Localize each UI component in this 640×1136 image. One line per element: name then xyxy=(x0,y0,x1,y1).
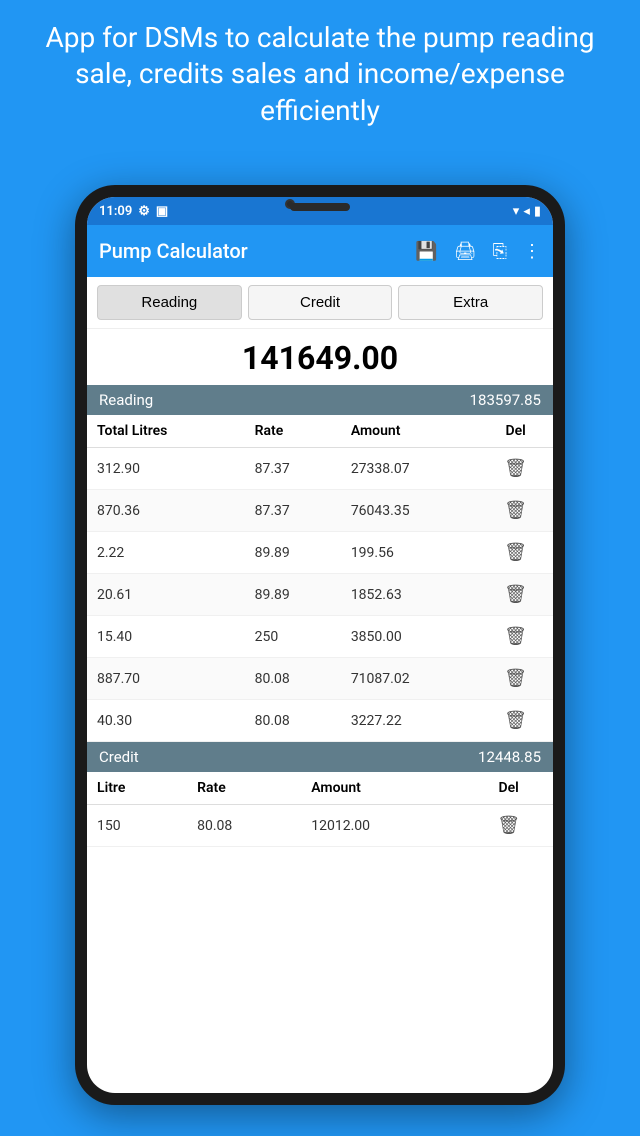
cell-amount: 76043.35 xyxy=(341,490,478,532)
reading-table-row: 20.61 89.89 1852.63 🗑 xyxy=(87,574,553,616)
cell-litres: 312.90 xyxy=(87,448,245,490)
trash-icon[interactable]: 🗑 xyxy=(504,668,527,689)
delete-cell[interactable]: 🗑 xyxy=(478,490,553,532)
cell-amount: 1852.63 xyxy=(341,574,478,616)
col-amount: Amount xyxy=(341,415,478,448)
credit-table: Litre Rate Amount Del 150 80.08 12012.00… xyxy=(87,772,553,847)
cell-litre: 150 xyxy=(87,805,187,847)
cell-amount: 12012.00 xyxy=(301,805,464,847)
cell-rate: 80.08 xyxy=(245,658,341,700)
col-del: Del xyxy=(478,415,553,448)
phone-speaker xyxy=(290,203,350,211)
status-right: ▾ ◂ ▮ xyxy=(513,204,541,219)
header-description: App for DSMs to calculate the pump readi… xyxy=(0,0,640,144)
settings-icon: ⚙ xyxy=(138,204,150,219)
status-time: 11:09 xyxy=(99,204,132,219)
cell-rate: 87.37 xyxy=(245,448,341,490)
reading-table-header-row: Total Litres Rate Amount Del xyxy=(87,415,553,448)
cell-rate: 80.08 xyxy=(245,700,341,742)
cell-rate: 87.37 xyxy=(245,490,341,532)
col-total-litres: Total Litres xyxy=(87,415,245,448)
col-rate: Rate xyxy=(245,415,341,448)
app-bar: Pump Calculator 💾 🖨 ⎘ ⋮ xyxy=(87,225,553,277)
delete-cell[interactable]: 🗑 xyxy=(478,448,553,490)
status-bar: 11:09 ⚙ ▣ ▾ ◂ ▮ xyxy=(87,197,553,225)
col-rate2: Rate xyxy=(187,772,301,805)
delete-cell[interactable]: 🗑 xyxy=(478,532,553,574)
cell-rate: 80.08 xyxy=(187,805,301,847)
content-scroll[interactable]: Reading 183597.85 Total Litres Rate Amou… xyxy=(87,385,553,1093)
cell-rate: 250 xyxy=(245,616,341,658)
status-left: 11:09 ⚙ ▣ xyxy=(99,204,168,219)
print-icon[interactable]: 🖨 xyxy=(454,241,477,262)
cell-litres: 20.61 xyxy=(87,574,245,616)
app-bar-icons: 💾 🖨 ⎘ ⋮ xyxy=(415,241,541,262)
credit-section-header: Credit 12448.85 xyxy=(87,742,553,772)
phone-mockup: 11:09 ⚙ ▣ ▾ ◂ ▮ Pump Calculator 💾 🖨 ⎘ ⋮ … xyxy=(75,185,565,1105)
trash-icon[interactable]: 🗑 xyxy=(504,542,527,563)
trash-icon[interactable]: 🗑 xyxy=(504,584,527,605)
cell-amount: 27338.07 xyxy=(341,448,478,490)
trash-icon[interactable]: 🗑 xyxy=(504,458,527,479)
phone-screen: 11:09 ⚙ ▣ ▾ ◂ ▮ Pump Calculator 💾 🖨 ⎘ ⋮ … xyxy=(87,197,553,1093)
signal-icon: ◂ xyxy=(523,204,530,219)
wifi-icon: ▾ xyxy=(513,204,520,219)
credit-table-header-row: Litre Rate Amount Del xyxy=(87,772,553,805)
save-icon[interactable]: 💾 xyxy=(415,241,437,262)
reading-table-row: 870.36 87.37 76043.35 🗑 xyxy=(87,490,553,532)
reading-table-row: 2.22 89.89 199.56 🗑 xyxy=(87,532,553,574)
tab-reading[interactable]: Reading xyxy=(97,285,242,320)
trash-icon[interactable]: 🗑 xyxy=(497,815,520,836)
trash-icon[interactable]: 🗑 xyxy=(504,626,527,647)
trash-icon[interactable]: 🗑 xyxy=(504,710,527,731)
delete-cell[interactable]: 🗑 xyxy=(478,574,553,616)
cell-amount: 3850.00 xyxy=(341,616,478,658)
cell-amount: 3227.22 xyxy=(341,700,478,742)
tab-extra[interactable]: Extra xyxy=(398,285,543,320)
cell-litres: 15.40 xyxy=(87,616,245,658)
app-title: Pump Calculator xyxy=(99,239,415,263)
cell-amount: 199.56 xyxy=(341,532,478,574)
col-del2: Del xyxy=(464,772,553,805)
total-display: 141649.00 xyxy=(87,329,553,385)
cell-litres: 2.22 xyxy=(87,532,245,574)
delete-cell[interactable]: 🗑 xyxy=(478,700,553,742)
reading-section-label: Reading xyxy=(99,391,153,409)
tab-credit[interactable]: Credit xyxy=(248,285,393,320)
sim-icon: ▣ xyxy=(156,204,168,219)
tabs-row: Reading Credit Extra xyxy=(87,277,553,329)
delete-cell[interactable]: 🗑 xyxy=(478,616,553,658)
reading-section-value: 183597.85 xyxy=(470,391,541,409)
delete-cell[interactable]: 🗑 xyxy=(464,805,553,847)
cell-litres: 887.70 xyxy=(87,658,245,700)
cell-amount: 71087.02 xyxy=(341,658,478,700)
cell-rate: 89.89 xyxy=(245,574,341,616)
credit-section-value: 12448.85 xyxy=(478,748,541,766)
battery-icon: ▮ xyxy=(534,204,541,219)
cell-rate: 89.89 xyxy=(245,532,341,574)
reading-table-row: 15.40 250 3850.00 🗑 xyxy=(87,616,553,658)
cell-litres: 870.36 xyxy=(87,490,245,532)
col-litre: Litre xyxy=(87,772,187,805)
credit-table-row: 150 80.08 12012.00 🗑 xyxy=(87,805,553,847)
col-amount2: Amount xyxy=(301,772,464,805)
credit-section-label: Credit xyxy=(99,748,139,766)
cell-litres: 40.30 xyxy=(87,700,245,742)
delete-cell[interactable]: 🗑 xyxy=(478,658,553,700)
trash-icon[interactable]: 🗑 xyxy=(504,500,527,521)
reading-table: Total Litres Rate Amount Del 312.90 87.3… xyxy=(87,415,553,742)
more-icon[interactable]: ⋮ xyxy=(523,241,541,262)
reading-table-row: 312.90 87.37 27338.07 🗑 xyxy=(87,448,553,490)
reading-table-row: 40.30 80.08 3227.22 🗑 xyxy=(87,700,553,742)
share-icon[interactable]: ⎘ xyxy=(493,241,507,262)
reading-table-row: 887.70 80.08 71087.02 🗑 xyxy=(87,658,553,700)
reading-section-header: Reading 183597.85 xyxy=(87,385,553,415)
